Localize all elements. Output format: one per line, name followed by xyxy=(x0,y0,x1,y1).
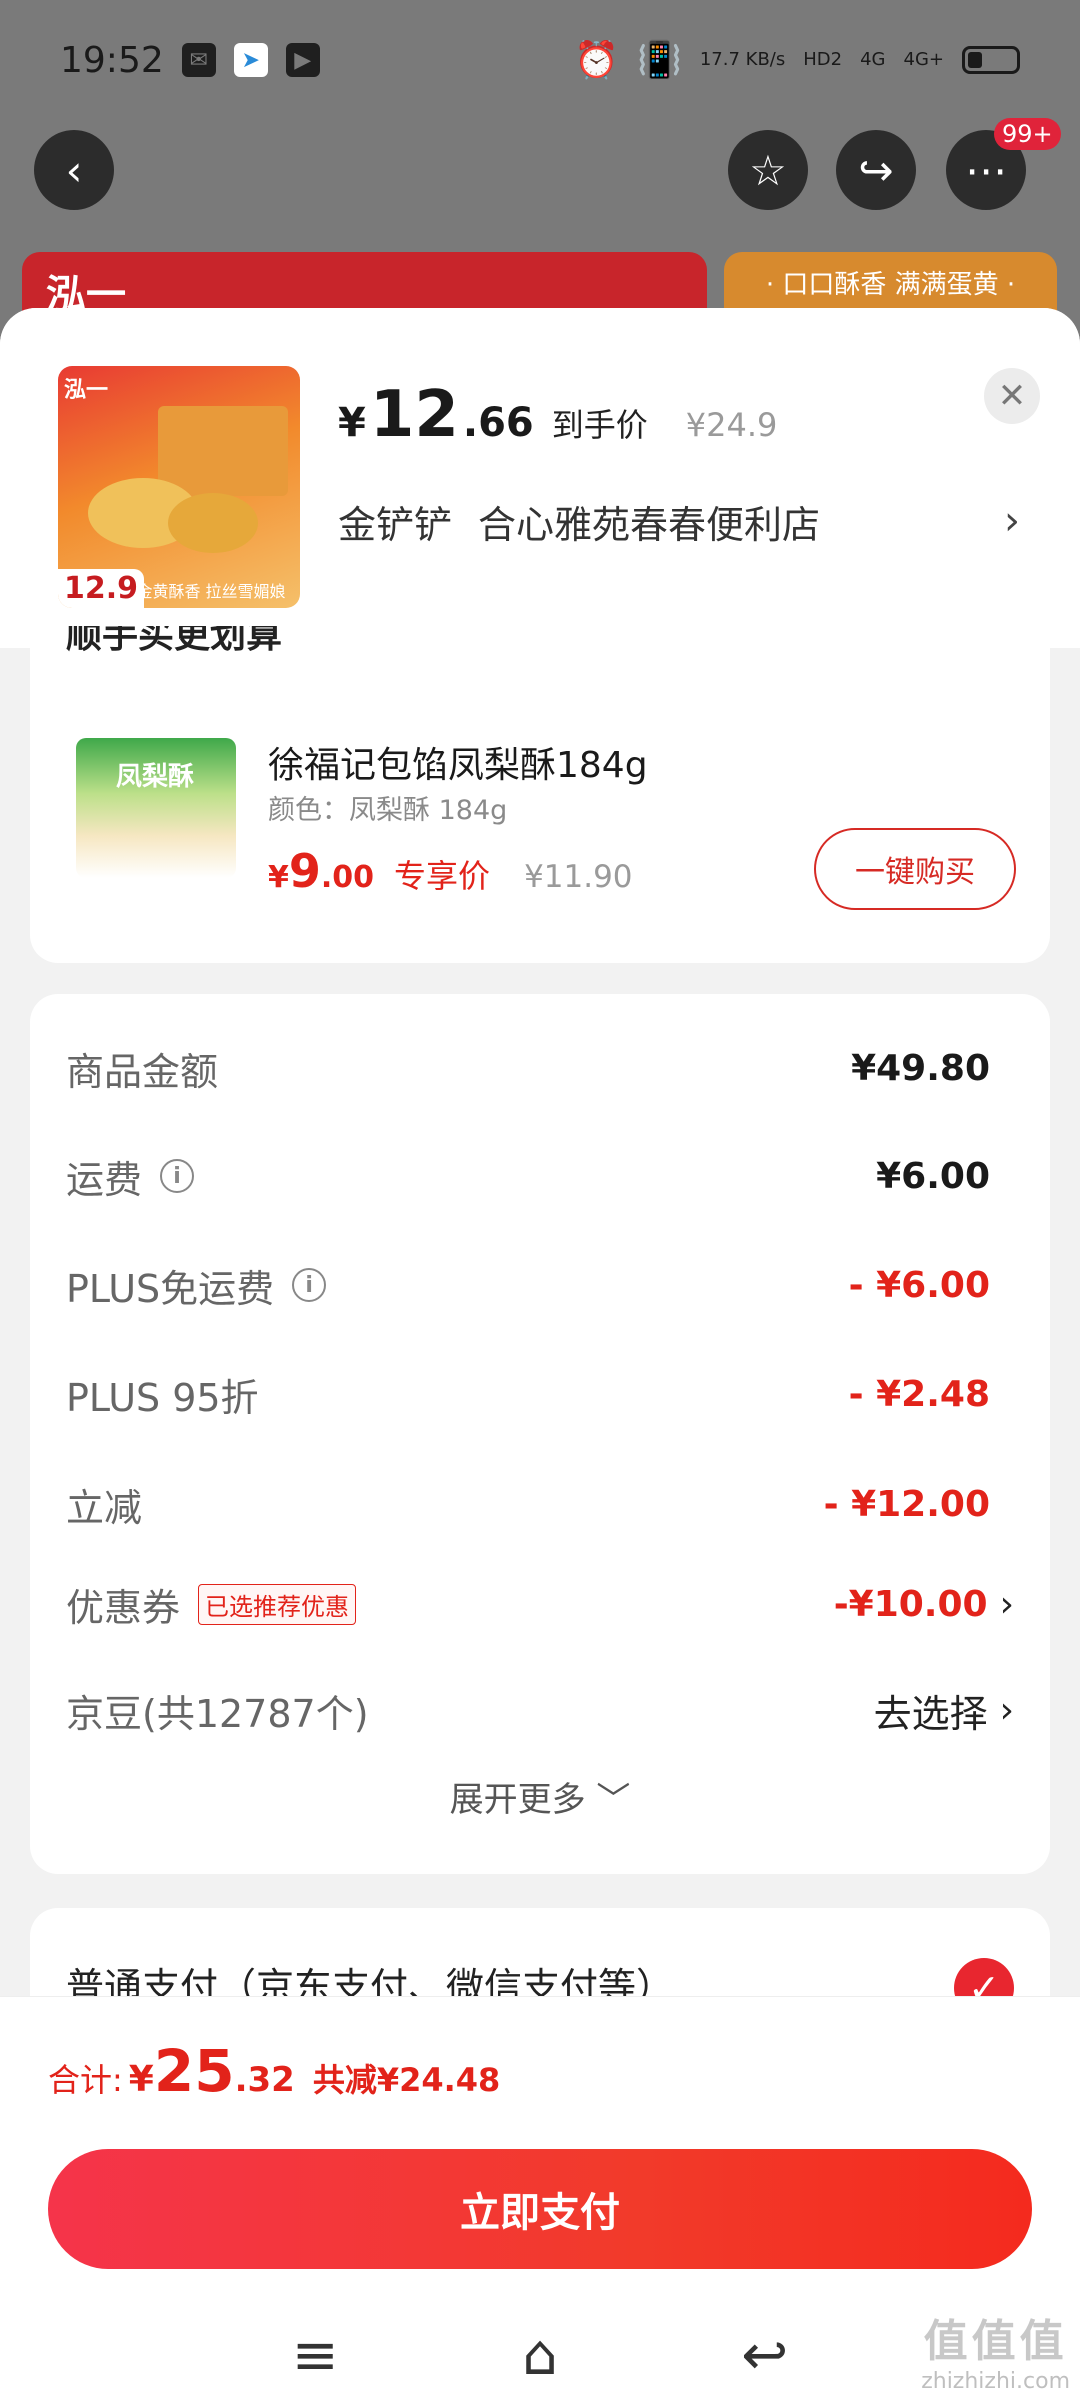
alarm-icon: ⏰ xyxy=(574,40,620,81)
bottom-bar: 合计: ¥ 25 .32 共减¥24.48 立即支付 ≡ ⌂ ↩ 值值值 zhi… xyxy=(0,1996,1080,2400)
chevron-left-icon: ‹ xyxy=(65,145,83,195)
chevron-right-icon: › xyxy=(999,1583,1014,1625)
back-nav-icon[interactable]: ↩ xyxy=(741,2323,788,2388)
more-button[interactable]: ⋯ 99+ xyxy=(946,118,1061,210)
checkout-sheet: 泓一 12.9 金黄酥香 拉丝雪媚娘 ¥ 12 .66 到手价 ¥24.9 金铲… xyxy=(0,308,1080,2400)
watermark: 值值值 zhizhizhi.com xyxy=(921,2316,1070,2394)
share-icon: ↪ xyxy=(858,145,894,195)
addon-card: 顺手买更划算 凤梨酥 徐福记包馅凤梨酥184g 颜色：凤梨酥 184g ¥ 9 … xyxy=(30,626,1050,963)
coupon-tag: 已选推荐优惠 xyxy=(198,1583,357,1625)
shop-owner: 金铲铲 xyxy=(338,503,453,547)
hd-icon: HD2 xyxy=(803,49,843,70)
row-shipping: 运费 i ¥6.00 xyxy=(66,1155,990,1202)
addon-name: 徐福记包馅凤梨酥184g xyxy=(268,745,648,786)
background-banner: 泓一 xyxy=(22,252,707,318)
thumb-strip: 金黄酥香 拉丝雪媚娘 xyxy=(136,582,286,601)
share-button[interactable]: ↪ xyxy=(836,130,916,210)
product-image: 泓一 12.9 金黄酥香 拉丝雪媚娘 xyxy=(58,366,300,608)
banner-text: · 口口酥香 满满蛋黄 · xyxy=(765,269,1016,300)
menu-icon[interactable]: ≡ xyxy=(292,2323,339,2388)
addon-image: 凤梨酥 xyxy=(76,738,236,878)
telegram-icon: ➤ xyxy=(233,43,268,77)
shop-name: 合心雅苑春春便利店 xyxy=(478,503,821,547)
background-banner-right: · 口口酥香 满满蛋黄 · xyxy=(724,252,1057,312)
pay-now-button[interactable]: 立即支付 xyxy=(48,2149,1032,2269)
total-saved: 共减¥24.48 xyxy=(312,2061,501,2099)
addon-attribute: 颜色：凤梨酥 184g xyxy=(268,795,508,826)
price-tag: 到手价 xyxy=(551,406,648,444)
close-icon: ✕ xyxy=(997,376,1027,416)
row-goods-amount: 商品金额 ¥49.80 xyxy=(66,1047,990,1094)
row-plus-discount: PLUS 95折 - ¥2.48 xyxy=(66,1373,990,1420)
vibrate-icon: 📳 xyxy=(637,40,682,81)
chevron-right-icon[interactable]: › xyxy=(1004,498,1020,544)
row-instant-discount: 立减 - ¥12.00 xyxy=(66,1483,990,1530)
star-icon: ☆ xyxy=(749,145,787,195)
thumb-logo: 泓一 xyxy=(64,378,109,403)
addon-price-tag: 专享价 xyxy=(394,857,491,895)
total-amount: 合计: ¥ 25 .32 共减¥24.48 xyxy=(48,2037,501,2105)
expand-more-button[interactable]: 展开更多 ﹀ xyxy=(30,1772,1050,1821)
product-price: ¥ 12 .66 到手价 ¥24.9 xyxy=(338,378,778,452)
back-button[interactable]: ‹ xyxy=(34,130,114,210)
close-button[interactable]: ✕ xyxy=(984,368,1040,424)
row-coupon[interactable]: 优惠券 已选推荐优惠 -¥10.00 › xyxy=(66,1564,1014,1644)
video-icon: ▶ xyxy=(285,43,320,77)
payment-method-label: 普通支付（京东支付、微信支付等） xyxy=(66,1965,675,1996)
status-bar: 19:52 ✉ ➤ ▶ ⏰ 📳 17.7 KB/s HD2 4G 4G+ xyxy=(0,0,1080,120)
signal-4gplus-icon: 4G+ xyxy=(903,49,944,70)
battery-icon xyxy=(962,46,1020,74)
favorite-button[interactable]: ☆ xyxy=(728,130,808,210)
info-icon[interactable]: i xyxy=(292,1268,327,1302)
sheet-header: 泓一 12.9 金黄酥香 拉丝雪媚娘 ¥ 12 .66 到手价 ¥24.9 金铲… xyxy=(0,308,1080,648)
row-plus-free-shipping: PLUS免运费 i - ¥6.00 xyxy=(66,1264,990,1311)
addon-price: ¥ 9 .00 专享价 ¥11.90 xyxy=(268,844,633,898)
home-icon[interactable]: ⌂ xyxy=(522,2323,558,2388)
chevron-right-icon: › xyxy=(999,1689,1014,1731)
one-click-buy-button[interactable]: 一键购买 xyxy=(814,828,1016,910)
clock: 19:52 xyxy=(60,39,164,81)
network-speed: 17.7 KB/s xyxy=(699,49,786,70)
row-jingdou[interactable]: 京豆(共12787个) 去选择 › xyxy=(66,1670,1014,1750)
original-price: ¥24.9 xyxy=(685,406,778,444)
top-nav: ‹ ☆ ↪ ⋯ 99+ xyxy=(0,118,1080,210)
notification-badge: 99+ xyxy=(994,118,1061,150)
signal-4g-icon: 4G xyxy=(860,49,886,70)
system-nav-bar: ≡ ⌂ ↩ xyxy=(0,2309,1080,2400)
wechat-icon: ✉ xyxy=(181,43,216,77)
addon-original-price: ¥11.90 xyxy=(524,859,633,895)
shop-info[interactable]: 金铲铲 合心雅苑春春便利店 xyxy=(338,494,820,549)
chevron-down-icon: ﹀ xyxy=(596,1780,631,1820)
addon-image-label: 凤梨酥 xyxy=(116,762,195,792)
addon-section-title: 顺手买更划算 xyxy=(66,626,283,656)
info-icon[interactable]: i xyxy=(160,1159,195,1193)
price-summary-card: 商品金额 ¥49.80 运费 i ¥6.00 PLUS免运费 i - ¥6.00… xyxy=(30,994,1050,1874)
more-icon: ⋯ xyxy=(965,145,1007,195)
